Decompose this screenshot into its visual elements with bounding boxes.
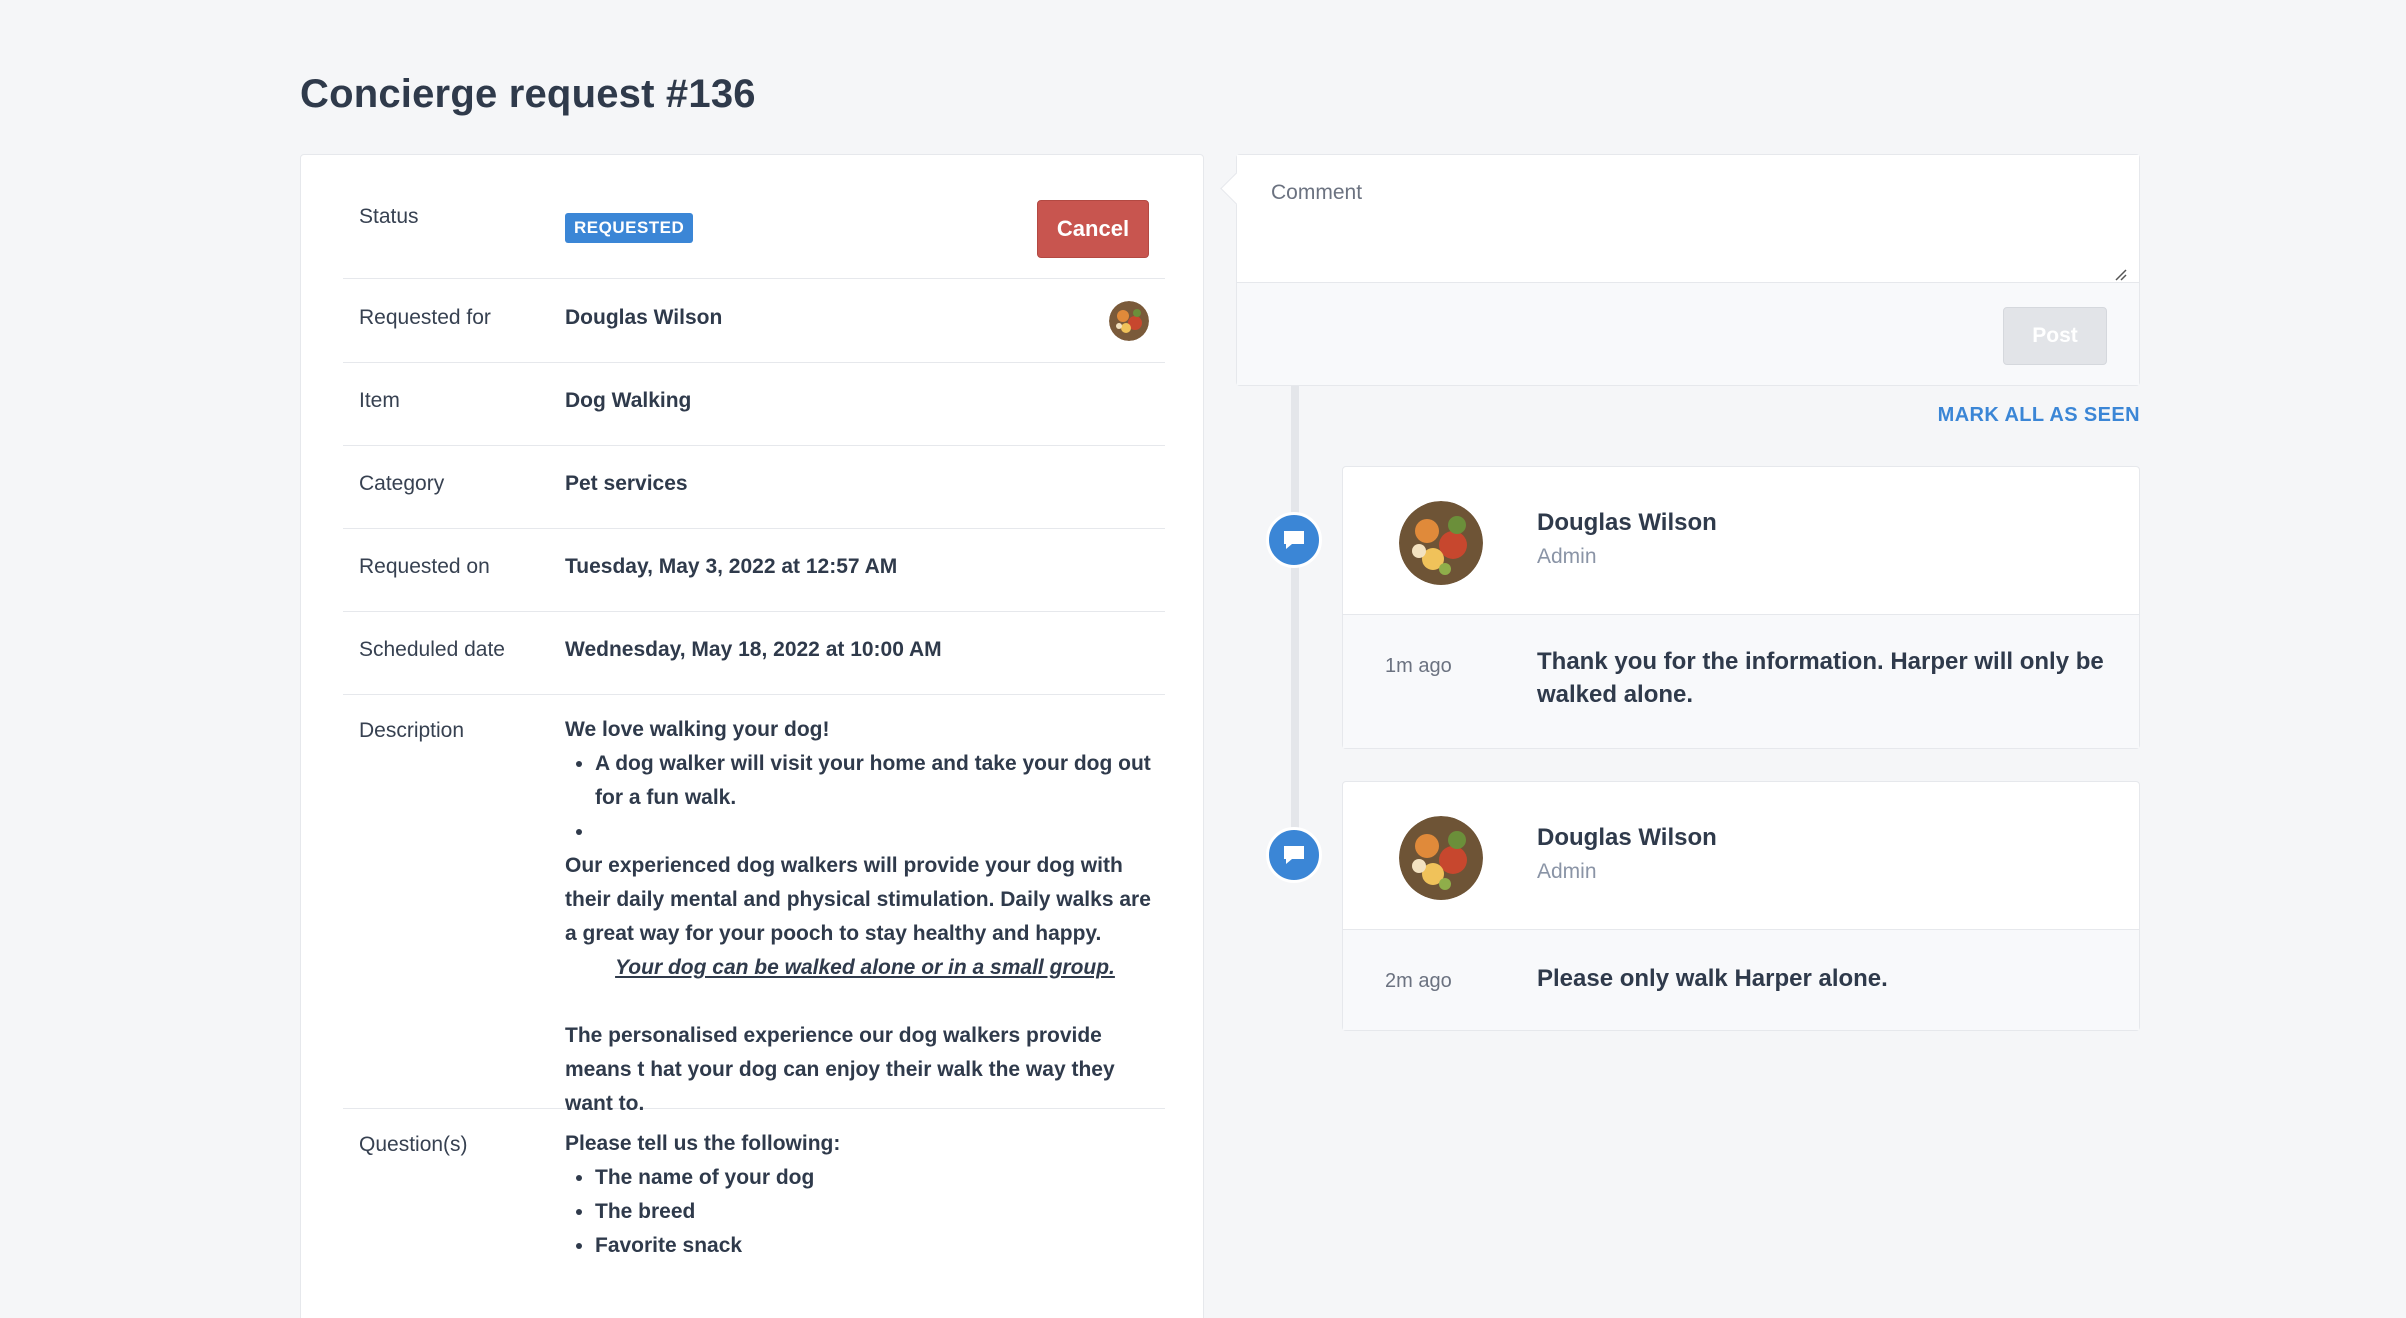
message-time: 1m ago (1385, 655, 1452, 677)
user-avatar (1109, 301, 1149, 341)
category-value: Pet services (565, 472, 688, 495)
item-row: Item Dog Walking (343, 363, 1165, 446)
timeline-line (1291, 386, 1299, 856)
author-name: Douglas Wilson (1537, 824, 1717, 851)
questions-intro: Please tell us the following: (565, 1132, 841, 1155)
scheduled-date-label: Scheduled date (359, 638, 505, 661)
post-button[interactable]: Post (2003, 307, 2107, 365)
description-bullet-empty (595, 815, 1165, 849)
item-value: Dog Walking (565, 389, 692, 412)
description-emphasis: Your dog can be walked alone or in a sma… (615, 956, 1115, 979)
description-bullets: A dog walker will visit your home and ta… (595, 747, 1165, 849)
author-avatar (1399, 501, 1483, 585)
requested-for-label: Requested for (359, 306, 491, 329)
scheduled-date-row: Scheduled date Wednesday, May 18, 2022 a… (343, 612, 1165, 695)
requested-for-link[interactable]: Douglas Wilson (565, 306, 722, 330)
message-body: 1m ago Thank you for the information. Ha… (1343, 615, 2139, 748)
comment-box: Post (1236, 154, 2140, 386)
requested-on-value: Tuesday, May 3, 2022 at 12:57 AM (565, 555, 898, 578)
message-card: Douglas Wilson Admin 1m ago Thank you fo… (1342, 466, 2140, 749)
category-row: Category Pet services (343, 446, 1165, 529)
status-badge: REQUESTED (565, 213, 694, 243)
description-paragraph: Our experienced dog walkers will provide… (565, 854, 1151, 945)
requested-for-row: Requested for Douglas Wilson (343, 279, 1165, 363)
message-header: Douglas Wilson Admin (1343, 782, 2139, 930)
page-title: Concierge request #136 (300, 72, 756, 116)
author-role: Admin (1537, 545, 1597, 568)
status-row: Status REQUESTED Cancel (343, 155, 1165, 279)
mark-all-seen-link[interactable]: MARK ALL AS SEEN (1938, 404, 2140, 427)
description-intro: We love walking your dog! (565, 718, 830, 741)
requested-on-label: Requested on (359, 555, 490, 578)
message-card: Douglas Wilson Admin 2m ago Please only … (1342, 781, 2140, 1031)
question-item: Favorite snack (595, 1229, 1165, 1263)
questions-label: Question(s) (359, 1133, 468, 1156)
comment-footer: Post (1237, 283, 2139, 385)
message-body: 2m ago Please only walk Harper alone. (1343, 930, 2139, 1030)
message-text: Please only walk Harper alone. (1537, 965, 1888, 992)
resize-handle-icon[interactable] (2113, 267, 2127, 281)
request-details-card: Status REQUESTED Cancel Requested for Do… (300, 154, 1204, 1318)
status-label: Status (359, 205, 419, 228)
message-header: Douglas Wilson Admin (1343, 467, 2139, 615)
description-content: We love walking your dog! A dog walker w… (565, 713, 1165, 1121)
item-label: Item (359, 389, 400, 412)
questions-content: Please tell us the following: The name o… (565, 1127, 1165, 1263)
comment-input[interactable] (1237, 155, 2139, 283)
question-item: The name of your dog (595, 1161, 1165, 1195)
description-paragraph-2: The personalised experience our dog walk… (565, 1024, 1115, 1115)
scheduled-date-value: Wednesday, May 18, 2022 at 10:00 AM (565, 638, 942, 661)
comment-icon (1266, 512, 1322, 568)
message-text: Thank you for the information. Harper wi… (1537, 648, 2104, 708)
questions-row: Question(s) Please tell us the following… (343, 1109, 1165, 1318)
message-time: 2m ago (1385, 970, 1452, 992)
question-item: The breed (595, 1195, 1165, 1229)
category-label: Category (359, 472, 445, 495)
cancel-button[interactable]: Cancel (1037, 200, 1149, 258)
requested-on-row: Requested on Tuesday, May 3, 2022 at 12:… (343, 529, 1165, 612)
description-label: Description (359, 719, 465, 742)
comment-icon (1266, 827, 1322, 883)
description-bullet: A dog walker will visit your home and ta… (595, 747, 1165, 815)
author-avatar (1399, 816, 1483, 900)
author-role: Admin (1537, 860, 1597, 883)
description-row: Description We love walking your dog! A … (343, 695, 1165, 1115)
questions-list: The name of your dog The breed Favorite … (595, 1161, 1165, 1263)
description-spacer (565, 985, 1165, 1019)
author-name: Douglas Wilson (1537, 509, 1717, 536)
status-value: REQUESTED (565, 213, 694, 243)
